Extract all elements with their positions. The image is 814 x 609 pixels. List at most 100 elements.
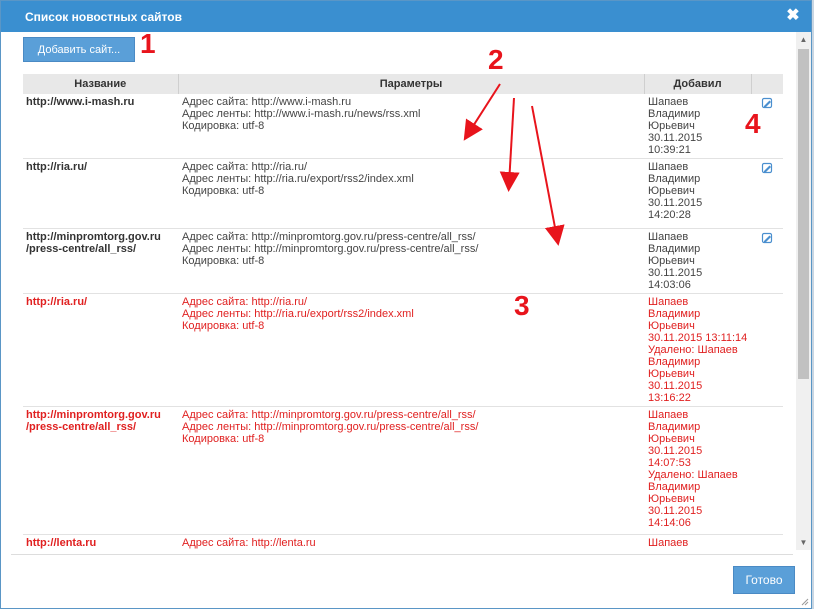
added-by-line: Шапаев <box>648 537 689 549</box>
added-by-line: Владимир <box>648 421 701 433</box>
close-icon[interactable]: ✖ <box>785 8 801 24</box>
added-by-line: Юрьевич <box>648 185 695 197</box>
site-name-line: /press-centre/all_rss/ <box>26 421 137 433</box>
table-row: http://minpromtorg.gov.ru/press-centre/a… <box>23 407 783 535</box>
added-by-line: Удалено: Шапаев <box>648 344 738 356</box>
added-by: Шапаев Владимир Юрьевич 30.11.2015 14:03:06 <box>644 229 751 294</box>
table-row: http://www.i-mash.ru Адрес сайта: http://… <box>23 94 783 159</box>
done-button[interactable]: Готово <box>733 566 795 594</box>
added-by-line: Владимир <box>648 108 701 120</box>
added-by-line: 30.11.2015 <box>648 197 703 209</box>
site-name: http://minpromtorg.gov.ru/press-centre/a… <box>23 407 178 535</box>
added-by-line: Удалено: Шапаев <box>648 469 738 481</box>
param-line: Адрес ленты: http://www.i-mash.ru/news/r… <box>182 108 421 120</box>
added-by-line: Шапаев <box>648 296 689 308</box>
row-actions <box>751 535 783 551</box>
column-header-name: Название <box>23 74 179 94</box>
column-header-actions <box>751 74 783 94</box>
added-by-line: Шапаев <box>648 409 689 421</box>
param-line: Адрес сайта: http://www.i-mash.ru <box>182 96 352 108</box>
sites-table-container: Название Параметры Добавил http://www.i-… <box>23 74 783 550</box>
added-by: Шапаев Владимир Юрьевич 30.11.2015 14:20:28 <box>644 159 751 229</box>
added-by-line: Шапаев <box>648 96 689 108</box>
annotation-4: 4 <box>745 108 761 139</box>
site-params: Адрес сайта: http://lenta.ruАдрес ленты:… <box>178 535 644 550</box>
vertical-scrollbar[interactable]: ▲ ▼ <box>796 32 811 550</box>
added-by-line: 30.11.2015 <box>648 132 703 144</box>
param-line: Кодировка: utf-8 <box>182 255 265 267</box>
site-name-line: http://ria.ru/ <box>26 161 88 173</box>
added-by-line: 30.11.2015 <box>648 380 703 392</box>
added-by-line: 30.11.2015 13:11:14 <box>648 332 748 344</box>
param-line: Адрес сайта: http://minpromtorg.gov.ru/p… <box>182 409 476 421</box>
site-name: http://ria.ru/ <box>23 294 178 407</box>
param-line: Кодировка: utf-8 <box>182 433 265 445</box>
param-line: Кодировка: utf-8 <box>182 320 265 332</box>
scroll-down-icon[interactable]: ▼ <box>796 535 811 550</box>
added-by-line: Шапаев <box>648 231 689 243</box>
added-by-line: Владимир <box>648 356 701 368</box>
table-row: http://ria.ru/Адрес сайта: http://ria.ru… <box>23 294 783 407</box>
added-by-line: Владимир <box>648 481 701 493</box>
edit-icon[interactable] <box>760 161 774 175</box>
dialog-title: Список новостных сайтов <box>25 9 182 24</box>
add-site-button[interactable]: Добавить сайт... <box>23 37 135 62</box>
site-params: Адрес сайта: http://minpromtorg.gov.ru/p… <box>178 407 644 535</box>
site-name-line: http://www.i-mash.ru <box>26 96 135 108</box>
edit-icon[interactable] <box>760 96 774 110</box>
added-by-line: Владимир <box>648 173 701 185</box>
table-row: http://ria.ru/Адрес сайта: http://ria.ru… <box>23 159 783 229</box>
param-line: Адрес ленты: http://ria.ru/export/rss2/i… <box>182 173 414 185</box>
row-actions <box>751 159 783 229</box>
added-by-line: 30.11.2015 <box>648 505 703 517</box>
added-by-line: 13:16:22 <box>648 392 691 404</box>
added-by-line: Юрьевич <box>648 493 695 505</box>
site-name: http://minpromtorg.gov.ru/press-centre/a… <box>23 229 178 294</box>
row-actions <box>751 407 783 535</box>
site-name-line: http://ria.ru/ <box>26 296 88 308</box>
added-by-line: 10:39:21 <box>648 144 691 156</box>
sites-table: Название Параметры Добавил http://www.i-… <box>23 74 783 550</box>
param-line: Кодировка: utf-8 <box>182 120 265 132</box>
added-by: ШапаевВладимирЮрьевич30.11.2015 <box>644 535 751 550</box>
site-name-line: http://minpromtorg.gov.ru <box>26 231 161 243</box>
param-line: Адрес ленты: http://minpromtorg.gov.ru/p… <box>182 421 479 433</box>
added-by-line: Владимир <box>648 308 701 320</box>
table-row: http://lenta.ru Адрес сайта: http://lenta… <box>23 535 783 551</box>
annotation-3: 3 <box>514 290 530 321</box>
site-name: http://www.i-mash.ru <box>23 94 178 159</box>
row-actions <box>751 229 783 294</box>
added-by: Шапаев Владимир Юрьевич 30.11.2015 14:07:53 У… <box>644 407 751 535</box>
param-line: Адрес сайта: http://ria.ru/ <box>182 296 308 308</box>
scroll-thumb[interactable] <box>798 49 809 379</box>
added-by: Шапаев Владимир Юрьевич 30.11.2015 10:39:21 <box>644 94 751 159</box>
edit-icon[interactable] <box>760 231 774 245</box>
added-by-line: Владимир <box>648 549 748 550</box>
annotation-2: 2 <box>488 44 504 75</box>
added-by-line: Юрьевич <box>648 368 695 380</box>
added-by-line: Юрьевич <box>648 255 695 267</box>
site-name-line: /press-centre/all_rss/ <box>26 243 137 255</box>
added-by-line: 14:14:06 <box>648 517 691 529</box>
site-name-line: http://minpromtorg.gov.ru <box>26 409 161 421</box>
param-line: Адрес ленты: http://lenta.ru/rss <box>182 549 641 550</box>
added-by-line: 30.11.2015 <box>648 445 703 457</box>
param-line: Адрес ленты: http://ria.ru/export/rss2/i… <box>182 308 414 320</box>
added-by-line: Владимир <box>648 243 701 255</box>
site-name: http://lenta.ru <box>23 535 178 551</box>
site-params: Адрес сайта: http://www.i-mash.ru Адрес л… <box>178 94 644 159</box>
param-line: Адрес сайта: http://ria.ru/ <box>182 161 308 173</box>
added-by-line: Шапаев <box>648 161 689 173</box>
resize-grip-icon[interactable] <box>799 596 809 606</box>
row-actions <box>751 294 783 407</box>
news-sites-dialog: Список новостных сайтов ✖ Добавить сайт.… <box>0 0 812 609</box>
site-name-line: http://lenta.ru <box>26 537 97 549</box>
column-header-params: Параметры <box>178 74 645 94</box>
param-line: Адрес сайта: http://minpromtorg.gov.ru/p… <box>182 231 476 243</box>
scroll-up-icon[interactable]: ▲ <box>796 32 811 47</box>
column-header-added: Добавил <box>644 74 752 94</box>
param-line: Адрес сайта: http://lenta.ru <box>182 537 316 549</box>
added-by-line: Юрьевич <box>648 320 695 332</box>
site-name: http://ria.ru/ <box>23 159 178 229</box>
table-row: http://minpromtorg.gov.ru/press-centre/a… <box>23 229 783 294</box>
